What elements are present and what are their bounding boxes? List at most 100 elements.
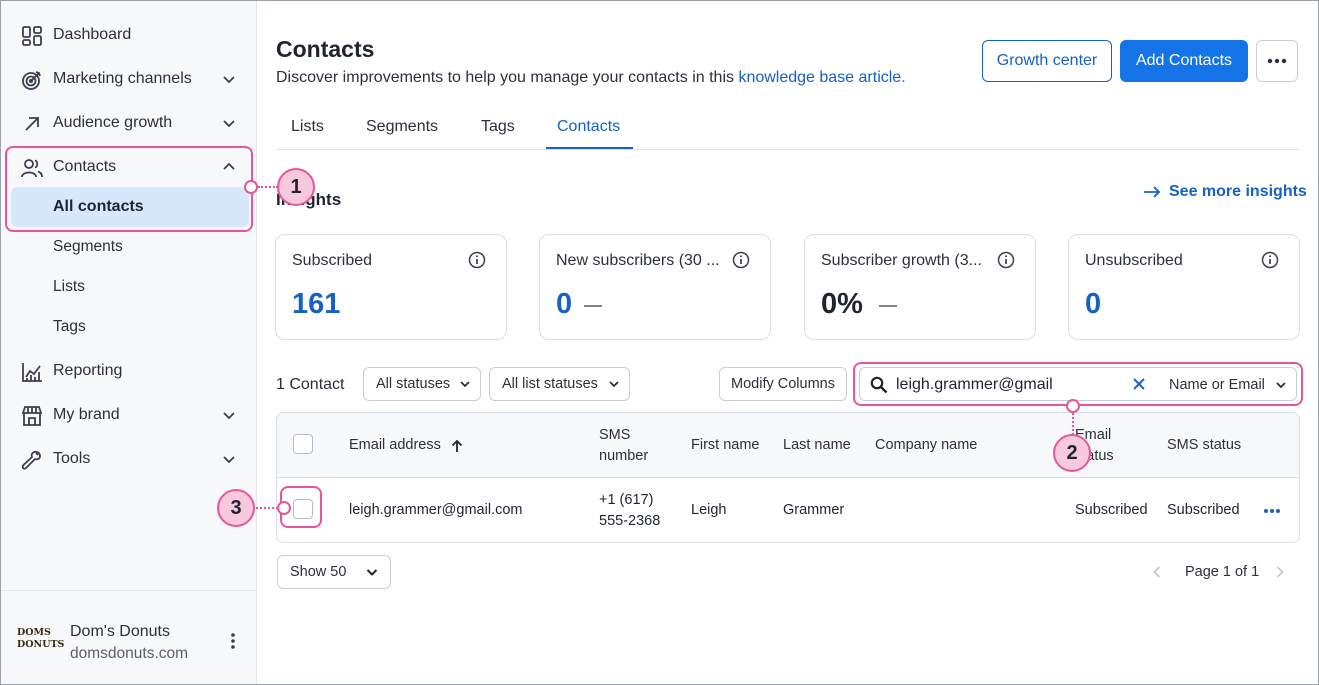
- page-size-select[interactable]: Show 50: [277, 555, 391, 589]
- insight-card-unsubscribed: Unsubscribed 0: [1068, 234, 1300, 340]
- callout-badge-3: 3: [217, 489, 255, 527]
- active-tab-indicator: [546, 147, 633, 149]
- page-indicator: Page 1 of 1: [1185, 564, 1260, 580]
- column-header-company-name[interactable]: Company name: [875, 435, 977, 456]
- tab-contacts[interactable]: Contacts: [557, 118, 620, 136]
- brand-url: domsdonuts.com: [70, 645, 189, 662]
- card-value: 0%: [821, 288, 863, 320]
- cell-email-status: Subscribed: [1075, 502, 1148, 518]
- cell-last-name: Grammer: [783, 502, 845, 518]
- sidebar-item-label: Dashboard: [53, 26, 132, 43]
- chevron-down-icon: [366, 569, 378, 576]
- dash-icon: [584, 305, 602, 307]
- sidebar-item-label: Tools: [53, 450, 91, 467]
- callout-dot: [244, 180, 258, 194]
- card-value: 0: [1085, 288, 1102, 320]
- sidebar-item-segments[interactable]: Segments: [53, 238, 123, 256]
- column-header-last-name[interactable]: Last name: [783, 435, 851, 456]
- callout-dot: [1066, 399, 1080, 413]
- highlight-search: [853, 362, 1303, 406]
- info-icon[interactable]: [997, 251, 1015, 269]
- insight-card-subscriber-growth: Subscriber growth (3... 0%: [804, 234, 1036, 340]
- row-actions-icon[interactable]: [1263, 508, 1281, 514]
- more-options-button[interactable]: [1256, 40, 1298, 82]
- cell-email: leigh.grammer@gmail.com: [349, 502, 523, 518]
- column-header-first-name[interactable]: First name: [691, 435, 760, 456]
- arrow-right-icon: [1144, 186, 1161, 198]
- sidebar-item-label: Reporting: [53, 362, 123, 379]
- callout-connector: [256, 507, 278, 509]
- column-header-sms-status[interactable]: SMS status: [1167, 435, 1241, 456]
- cell-line: +1 (617): [599, 492, 654, 508]
- sidebar-item-tools[interactable]: Tools: [1, 439, 257, 479]
- header-label: number: [599, 448, 649, 464]
- column-header-email[interactable]: Email address: [349, 435, 463, 456]
- page-subtitle: Discover improvements to help you manage…: [276, 69, 906, 87]
- see-more-label: See more insights: [1169, 183, 1307, 200]
- modify-columns-button[interactable]: Modify Columns: [719, 367, 847, 401]
- info-icon[interactable]: [732, 251, 750, 269]
- chevron-down-icon[interactable]: [221, 451, 237, 467]
- dropdown-label: All statuses: [376, 376, 451, 392]
- tab-tags[interactable]: Tags: [481, 118, 515, 136]
- sidebar-item-label: Audience growth: [53, 114, 173, 131]
- subtitle-text: Discover improvements to help you manage…: [276, 69, 739, 86]
- caret-down-icon: [460, 381, 470, 388]
- kebab-menu-icon[interactable]: [227, 631, 239, 651]
- sort-ascending-icon[interactable]: [451, 439, 463, 453]
- header-label: SMS: [599, 427, 631, 443]
- sidebar-divider: [1, 590, 257, 591]
- cell-first-name: Leigh: [691, 502, 727, 518]
- sidebar-item-my-brand[interactable]: My brand: [1, 395, 257, 435]
- dashboard-icon: [22, 26, 42, 46]
- callout-dot: [277, 501, 291, 515]
- select-all-checkbox[interactable]: [293, 434, 313, 454]
- brand-logo: DOMS DONUTS: [17, 627, 65, 655]
- brand-logo-line: DOMS: [17, 627, 51, 638]
- chart-icon: [22, 363, 42, 382]
- next-page-icon[interactable]: [1275, 565, 1285, 579]
- chevron-down-icon[interactable]: [221, 115, 237, 131]
- info-icon[interactable]: [1261, 251, 1279, 269]
- header-label: Email address: [349, 437, 441, 453]
- add-contacts-button[interactable]: Add Contacts: [1120, 40, 1248, 82]
- knowledge-base-link[interactable]: knowledge base article.: [738, 69, 905, 86]
- dropdown-label: All list statuses: [502, 376, 598, 392]
- sidebar-item-audience-growth[interactable]: Audience growth: [1, 103, 257, 143]
- brand-logo-line: DONUTS: [17, 639, 65, 650]
- card-title: Unsubscribed: [1085, 252, 1183, 269]
- callout-connector: [1072, 413, 1074, 435]
- more-horizontal-icon: [1267, 58, 1287, 64]
- contacts-table: Email address SMS number First name Last…: [276, 412, 1300, 543]
- sidebar-item-reporting[interactable]: Reporting: [1, 351, 257, 391]
- all-statuses-dropdown[interactable]: All statuses: [363, 367, 481, 401]
- page-size-label: Show 50: [290, 564, 347, 580]
- see-more-insights-link[interactable]: See more insights: [1143, 183, 1307, 201]
- growth-center-button[interactable]: Growth center: [982, 40, 1112, 82]
- sidebar-item-lists[interactable]: Lists: [53, 278, 85, 296]
- contact-count: 1 Contact: [276, 376, 345, 393]
- sidebar: Dashboard Marketing channels Audience gr…: [1, 1, 257, 684]
- sidebar-item-dashboard[interactable]: Dashboard: [1, 15, 257, 55]
- card-title: Subscriber growth (3...: [821, 252, 982, 269]
- previous-page-icon[interactable]: [1152, 565, 1162, 579]
- target-icon: [22, 71, 41, 90]
- brand-name: Dom's Donuts: [70, 623, 170, 640]
- chevron-down-icon[interactable]: [221, 71, 237, 87]
- arrow-up-right-icon: [25, 117, 39, 131]
- tab-divider: [276, 149, 1300, 150]
- all-list-statuses-dropdown[interactable]: All list statuses: [489, 367, 630, 401]
- sidebar-item-label: Marketing channels: [53, 70, 192, 87]
- wrench-icon: [21, 450, 41, 470]
- card-title: Subscribed: [292, 252, 373, 269]
- chevron-down-icon[interactable]: [221, 407, 237, 423]
- sidebar-item-tags[interactable]: Tags: [53, 318, 86, 336]
- insight-card-subscribed: Subscribed 161: [275, 234, 507, 340]
- info-icon[interactable]: [468, 251, 486, 269]
- tab-lists[interactable]: Lists: [291, 118, 324, 136]
- callout-connector: [258, 186, 278, 188]
- tab-segments[interactable]: Segments: [366, 118, 438, 136]
- sidebar-item-marketing-channels[interactable]: Marketing channels: [1, 59, 257, 99]
- table-header: Email address SMS number First name Last…: [277, 413, 1299, 478]
- column-header-sms-number[interactable]: SMS number: [599, 425, 648, 467]
